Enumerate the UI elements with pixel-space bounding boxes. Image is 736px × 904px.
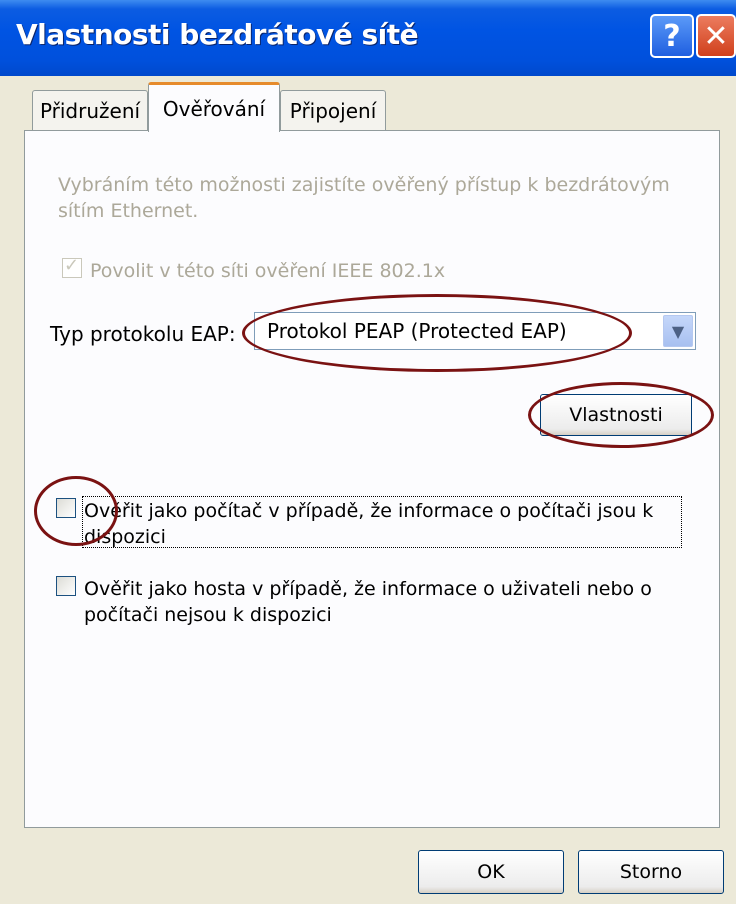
auth-as-computer-label: Ověřit jako počítač v případě, že inform… xyxy=(84,500,654,548)
eap-type-dropdown-button[interactable]: ▼ xyxy=(663,315,693,347)
ok-button[interactable]: OK xyxy=(418,850,564,894)
auth-as-guest-checkbox[interactable] xyxy=(56,576,76,596)
annotation-ellipse-checkbox xyxy=(34,476,118,546)
help-icon: ? xyxy=(663,18,681,54)
tab-connection[interactable]: Připojení xyxy=(280,90,386,130)
cancel-button[interactable]: Storno xyxy=(578,850,724,894)
tab-connection-label: Připojení xyxy=(289,98,377,123)
title-bar[interactable]: Vlastnosti bezdrátové sítě ? ✕ xyxy=(0,0,736,76)
help-button[interactable]: ? xyxy=(650,14,694,58)
enable-8021x-label: Povolit v této síti ověření IEEE 802.1x xyxy=(90,260,446,282)
auth-as-guest-option[interactable]: Ověřit jako hosta v případě, že informac… xyxy=(56,576,676,628)
checkmark-icon: ✓ xyxy=(64,255,80,276)
chevron-down-icon: ▼ xyxy=(671,321,685,341)
tab-authentication[interactable]: Ověřování xyxy=(148,82,280,132)
dialog-window: Vlastnosti bezdrátové sítě ? ✕ Přidružen… xyxy=(0,0,736,904)
cancel-button-label: Storno xyxy=(619,861,683,883)
eap-type-label: Typ protokolu EAP: xyxy=(50,322,236,346)
enable-8021x-checkbox: ✓ xyxy=(62,255,82,278)
ok-button-label: OK xyxy=(477,861,505,883)
auth-as-computer-option[interactable]: Ověřit jako počítač v případě, že inform… xyxy=(56,498,676,550)
window-title: Vlastnosti bezdrátové sítě xyxy=(16,18,419,51)
tab-panel xyxy=(24,130,720,828)
tab-association[interactable]: Přidružení xyxy=(32,90,148,130)
tab-authentication-label: Ověřování xyxy=(162,96,266,121)
annotation-ellipse-eap xyxy=(242,294,632,372)
auth-as-guest-label: Ověřit jako hosta v případě, že informac… xyxy=(84,578,652,626)
close-button[interactable]: ✕ xyxy=(696,14,736,58)
annotation-ellipse-properties xyxy=(528,382,714,448)
tab-association-label: Přidružení xyxy=(39,98,141,123)
enable-8021x-option: ✓ Povolit v této síti ověření IEEE 802.1… xyxy=(62,255,446,284)
auth-description: Vybráním této možnosti zajistíte ověřený… xyxy=(58,174,670,222)
close-icon: ✕ xyxy=(703,18,729,54)
